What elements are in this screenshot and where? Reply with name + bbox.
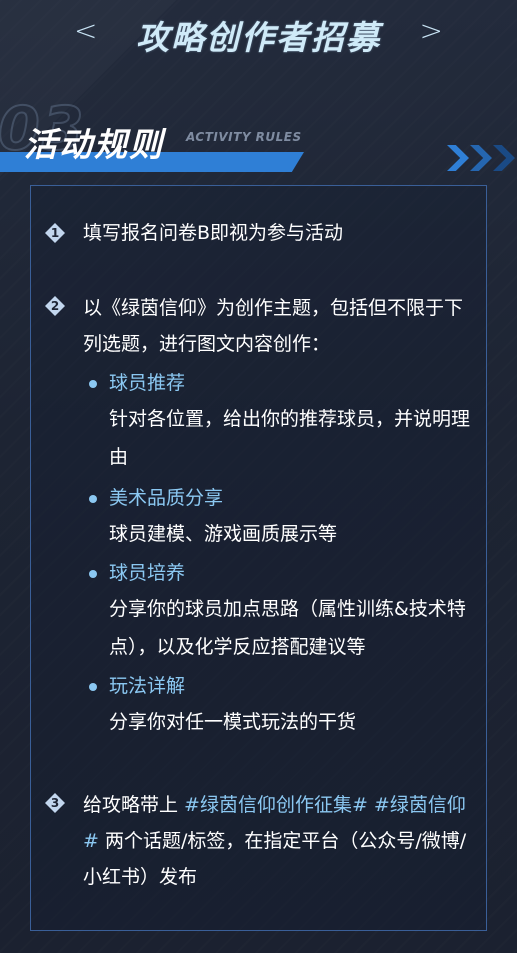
bullet-dot-icon [89, 570, 97, 578]
page-header: < 攻略创作者招募 > [0, 0, 517, 70]
rule-text: 以《绿茵信仰》为创作主题，包括但不限于下列选题，进行图文内容创作： [83, 297, 464, 355]
bullet-dot-icon [89, 495, 97, 503]
rule-number-badge: 1 [45, 223, 65, 243]
topic-title: 玩法详解 [109, 675, 186, 697]
next-arrow-button[interactable]: > [420, 14, 443, 47]
section-title: 活动规则 [24, 125, 164, 164]
rule-item-1: 1 填写报名问卷B即视为参与活动 [45, 217, 475, 250]
chevron-right-icon [493, 145, 515, 171]
chevron-right-icon [447, 145, 469, 171]
topic-description: 分享你的球员加点思路（属性训练&技术特点），以及化学反应搭配建议等 [109, 598, 466, 658]
chevron-right-icon [470, 145, 492, 171]
topic-description: 球员建模、游戏画质展示等 [109, 523, 338, 545]
topic-item-2: 美术品质分享 球员建模、游戏画质展示等 [89, 482, 479, 553]
chevron-decoration-icon [447, 145, 515, 171]
rules-panel: 1 填写报名问卷B即视为参与活动 2 以《绿茵信仰》为创作主题，包括但不限于下列… [30, 185, 487, 931]
topic-item-4: 玩法详解 分享你对任一模式玩法的干货 [89, 670, 479, 741]
rule-item-2: 2 以《绿茵信仰》为创作主题，包括但不限于下列选题，进行图文内容创作： [45, 290, 475, 362]
rule-text-after: 两个话题/标签，在指定平台（公众号/微博/小红书）发布 [83, 830, 467, 888]
rule-text: 给攻略带上 #绿茵信仰创作征集# #绿茵信仰# 两个话题/标签，在指定平台（公众… [83, 787, 475, 895]
topic-title: 球员培养 [109, 562, 186, 584]
topic-title: 球员推荐 [109, 372, 186, 394]
topic-item-3: 球员培养 分享你的球员加点思路（属性训练&技术特点），以及化学反应搭配建议等 [89, 557, 479, 666]
section-subtitle: ACTIVITY RULES [186, 130, 302, 144]
bullet-dot-icon [89, 380, 97, 388]
rule-number-badge: 3 [45, 793, 65, 813]
topic-item-1: 球员推荐 针对各位置，给出你的推荐球员，并说明理由 [89, 367, 479, 476]
topic-description: 针对各位置，给出你的推荐球员，并说明理由 [109, 408, 471, 468]
rule-number-badge: 2 [45, 296, 65, 316]
topic-title: 美术品质分享 [109, 487, 224, 509]
page-title: 攻略创作者招募 [136, 18, 381, 57]
rule-item-3: 3 给攻略带上 #绿茵信仰创作征集# #绿茵信仰# 两个话题/标签，在指定平台（… [45, 787, 475, 895]
prev-arrow-button[interactable]: < [74, 14, 97, 47]
topic-description: 分享你对任一模式玩法的干货 [109, 711, 357, 733]
rule-text: 填写报名问卷B即视为参与活动 [83, 222, 344, 244]
bullet-dot-icon [89, 683, 97, 691]
rule-text-before: 给攻略带上 [83, 794, 185, 816]
